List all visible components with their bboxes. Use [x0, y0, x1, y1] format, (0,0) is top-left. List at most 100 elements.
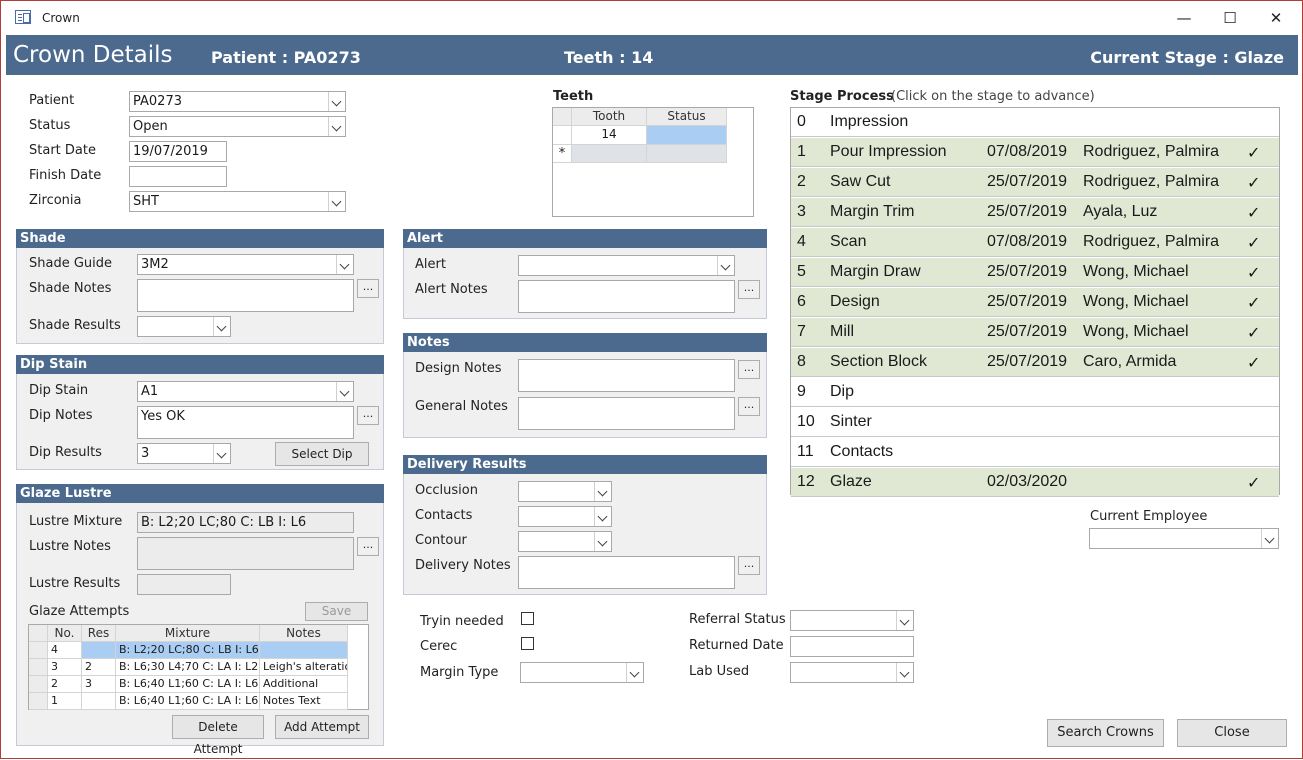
- lustre-mixture-field[interactable]: B: L2;20 LC;80 C: LB I: L6: [137, 512, 354, 533]
- shade-notes-zoom-button[interactable]: ...: [357, 279, 379, 298]
- add-attempt-button[interactable]: Add Attempt: [275, 715, 369, 739]
- row-selector[interactable]: [29, 659, 48, 676]
- attempt-mixture-cell[interactable]: B: L2;20 LC;80 C: LB I: L6: [116, 642, 260, 659]
- attempt-notes-cell[interactable]: Notes Text: [260, 693, 348, 710]
- row-selector[interactable]: [29, 676, 48, 693]
- attempt-res-cell[interactable]: 3: [82, 676, 116, 693]
- attempt-res-cell[interactable]: [82, 642, 116, 659]
- attempt-no-cell[interactable]: 2: [48, 676, 82, 693]
- finish-date-field[interactable]: [129, 166, 227, 187]
- save-attempt-button[interactable]: Save: [305, 602, 368, 621]
- new-tooth-cell[interactable]: [572, 145, 647, 163]
- stage-row[interactable]: 0 Impression: [791, 108, 1279, 137]
- attempt-notes-cell[interactable]: Additional: [260, 676, 348, 693]
- lab-used-combo[interactable]: [790, 662, 914, 683]
- attempt-no-cell[interactable]: 3: [48, 659, 82, 676]
- lustre-notes-field[interactable]: [137, 537, 354, 570]
- attempt-no-cell[interactable]: 4: [48, 642, 82, 659]
- chevron-down-icon[interactable]: [328, 192, 345, 211]
- chevron-down-icon[interactable]: [336, 255, 353, 274]
- close-window-button[interactable]: ✕: [1253, 3, 1299, 33]
- general-notes-field[interactable]: [518, 397, 735, 430]
- patient-combo[interactable]: PA0273: [129, 91, 346, 112]
- search-crowns-button[interactable]: Search Crowns: [1047, 719, 1164, 747]
- close-button[interactable]: Close: [1177, 719, 1287, 747]
- chevron-down-icon[interactable]: [626, 663, 643, 682]
- stage-row[interactable]: 5 Margin Draw 25/07/2019 Wong, Michael ✓: [791, 258, 1279, 287]
- col-res[interactable]: Res: [82, 625, 116, 642]
- chevron-down-icon[interactable]: [213, 444, 230, 463]
- shade-notes-field[interactable]: [137, 279, 354, 312]
- attempt-res-cell[interactable]: 2: [82, 659, 116, 676]
- chevron-down-icon[interactable]: [896, 611, 913, 630]
- delete-attempt-button[interactable]: Delete Attempt: [172, 715, 264, 756]
- general-notes-zoom-button[interactable]: ...: [738, 397, 760, 416]
- stage-row[interactable]: 3 Margin Trim 25/07/2019 Ayala, Luz ✓: [791, 198, 1279, 227]
- row-selector[interactable]: [553, 126, 572, 145]
- alert-notes-field[interactable]: [518, 280, 735, 313]
- chevron-down-icon[interactable]: [328, 117, 345, 136]
- stage-row[interactable]: 9 Dip: [791, 378, 1279, 407]
- dip-stain-combo[interactable]: A1: [137, 381, 354, 402]
- attempt-mixture-cell[interactable]: B: L6;40 L1;60 C: LA I: L6: [116, 676, 260, 693]
- referral-status-combo[interactable]: [790, 610, 914, 631]
- design-notes-zoom-button[interactable]: ...: [738, 360, 760, 379]
- tryin-checkbox[interactable]: [521, 612, 534, 625]
- chevron-down-icon[interactable]: [213, 317, 230, 336]
- stage-row[interactable]: 7 Mill 25/07/2019 Wong, Michael ✓: [791, 318, 1279, 347]
- chevron-down-icon[interactable]: [896, 663, 913, 682]
- stage-row[interactable]: 4 Scan 07/08/2019 Rodriguez, Palmira ✓: [791, 228, 1279, 257]
- col-notes[interactable]: Notes: [260, 625, 348, 642]
- tooth-cell[interactable]: 14: [572, 126, 647, 145]
- lustre-results-field[interactable]: [137, 574, 231, 595]
- stage-row[interactable]: 2 Saw Cut 25/07/2019 Rodriguez, Palmira ✓: [791, 168, 1279, 197]
- alert-notes-zoom-button[interactable]: ...: [738, 280, 760, 299]
- col-no[interactable]: No.: [48, 625, 82, 642]
- attempt-no-cell[interactable]: 1: [48, 693, 82, 710]
- status-cell[interactable]: [647, 126, 727, 145]
- attempt-res-cell[interactable]: [82, 693, 116, 710]
- col-status[interactable]: Status: [647, 108, 727, 126]
- margin-type-combo[interactable]: [520, 662, 644, 683]
- contour-combo[interactable]: [518, 531, 612, 552]
- chevron-down-icon[interactable]: [328, 92, 345, 111]
- chevron-down-icon[interactable]: [717, 256, 734, 275]
- row-selector[interactable]: [29, 693, 48, 710]
- dip-notes-zoom-button[interactable]: ...: [357, 406, 379, 425]
- shade-results-combo[interactable]: [137, 316, 231, 337]
- stage-row[interactable]: 10 Sinter: [791, 408, 1279, 437]
- new-status-cell[interactable]: [647, 145, 727, 163]
- status-combo[interactable]: Open: [129, 116, 346, 137]
- delivery-notes-field[interactable]: [518, 556, 735, 589]
- stage-row[interactable]: 8 Section Block 25/07/2019 Caro, Armida ✓: [791, 348, 1279, 377]
- attempt-mixture-cell[interactable]: B: L6;30 L4;70 C: LA I: L2: [116, 659, 260, 676]
- attempt-notes-cell[interactable]: Leigh's alteration: [260, 659, 348, 676]
- stage-row[interactable]: 6 Design 25/07/2019 Wong, Michael ✓: [791, 288, 1279, 317]
- select-dip-button[interactable]: Select Dip: [275, 442, 369, 466]
- cerec-checkbox[interactable]: [521, 637, 534, 650]
- chevron-down-icon[interactable]: [1261, 529, 1278, 548]
- stage-row[interactable]: 11 Contacts: [791, 438, 1279, 467]
- chevron-down-icon[interactable]: [594, 532, 611, 551]
- dip-results-combo[interactable]: 3: [137, 443, 231, 464]
- col-mixture[interactable]: Mixture: [116, 625, 260, 642]
- shade-guide-combo[interactable]: 3M2: [137, 254, 354, 275]
- start-date-field[interactable]: 19/07/2019: [129, 141, 227, 162]
- returned-date-field[interactable]: [790, 636, 914, 657]
- chevron-down-icon[interactable]: [336, 382, 353, 401]
- current-employee-combo[interactable]: [1089, 528, 1279, 549]
- design-notes-field[interactable]: [518, 359, 735, 392]
- attempt-notes-cell[interactable]: [260, 642, 348, 659]
- delivery-notes-zoom-button[interactable]: ...: [738, 556, 760, 575]
- contacts-combo[interactable]: [518, 506, 612, 527]
- chevron-down-icon[interactable]: [594, 482, 611, 501]
- chevron-down-icon[interactable]: [594, 507, 611, 526]
- col-tooth[interactable]: Tooth: [572, 108, 647, 126]
- stage-row[interactable]: 1 Pour Impression 07/08/2019 Rodriguez, Pal…: [791, 138, 1279, 167]
- alert-combo[interactable]: [518, 255, 735, 276]
- row-selector[interactable]: [29, 642, 48, 659]
- lustre-notes-zoom-button[interactable]: ...: [357, 537, 379, 556]
- attempt-mixture-cell[interactable]: B: L6;40 L1;60 C: LA I: L6: [116, 693, 260, 710]
- zirconia-combo[interactable]: SHT: [129, 191, 346, 212]
- minimize-button[interactable]: —: [1161, 3, 1207, 33]
